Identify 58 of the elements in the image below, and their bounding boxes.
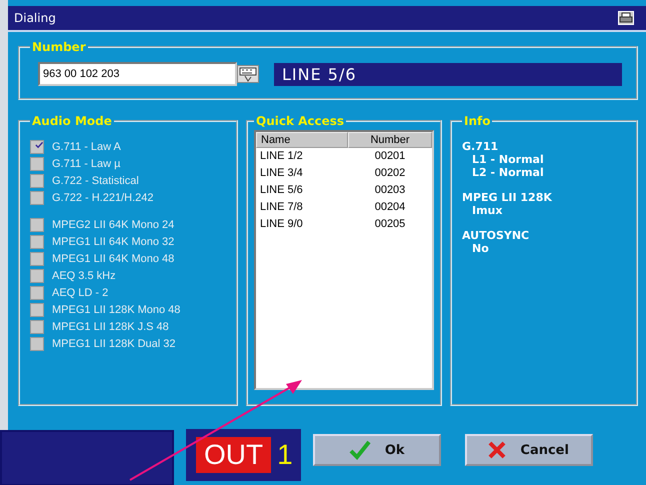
checkbox-label: MPEG1 LII 64K Mono 48 — [52, 252, 174, 264]
checkbox[interactable] — [30, 286, 44, 300]
column-header[interactable]: Number — [348, 132, 432, 148]
info-value: Imux — [471, 204, 502, 217]
group-legend: Audio Mode — [30, 114, 114, 128]
checkbox[interactable] — [30, 140, 44, 154]
list-cell[interactable]: 00203 — [348, 182, 432, 199]
list-cell[interactable]: 00202 — [348, 165, 432, 182]
info-value: No — [471, 242, 489, 255]
checkbox[interactable] — [30, 320, 44, 334]
checkbox-label: G.722 - H.221/H.242 — [52, 192, 154, 204]
list-cell[interactable]: 00205 — [348, 216, 432, 233]
list-cell[interactable]: LINE 5/6 — [256, 182, 348, 199]
checkbox[interactable] — [30, 218, 44, 232]
checkbox[interactable] — [30, 302, 44, 316]
list-cell[interactable]: LINE 1/2 — [256, 148, 348, 165]
checkbox[interactable] — [30, 252, 44, 266]
checkbox-label: MPEG1 LII 128K J.S 48 — [52, 320, 169, 332]
checkbox-label: MPEG2 LII 64K Mono 24 — [52, 218, 174, 230]
checkbox[interactable] — [30, 268, 44, 282]
checkbox-label: G.711 - Law µ — [52, 158, 120, 170]
direction-indicator: OUT — [196, 437, 272, 473]
group-legend: Number — [30, 40, 88, 54]
ok-button[interactable]: Ok — [312, 434, 441, 466]
checkbox[interactable] — [30, 174, 44, 188]
checkbox-label: MPEG1 LII 128K Mono 48 — [52, 304, 180, 316]
list-cell[interactable]: LINE 3/4 — [256, 165, 348, 182]
checkbox-label: AEQ LD - 2 — [52, 286, 108, 298]
list-cell[interactable]: 00201 — [348, 148, 432, 165]
checkbox[interactable] — [30, 190, 44, 204]
checkbox[interactable] — [30, 234, 44, 248]
channel-number: 1 — [277, 439, 293, 471]
column-header[interactable]: Name — [256, 132, 348, 148]
info-value: L2 - Normal — [471, 166, 544, 179]
cross-icon — [488, 441, 506, 459]
list-cell[interactable]: LINE 7/8 — [256, 199, 348, 216]
checkbox-label: G.722 - Statistical — [52, 174, 139, 186]
group-legend: Quick Access — [254, 114, 346, 128]
info-value: L1 - Normal — [471, 153, 544, 166]
line-display: LINE 5/6 — [274, 62, 622, 86]
info-heading: MPEG LII 128K — [462, 191, 552, 204]
info-heading: AUTOSYNC — [462, 229, 530, 242]
cancel-button[interactable]: Cancel — [464, 434, 593, 466]
printer-icon[interactable] — [618, 11, 634, 25]
checkbox[interactable] — [30, 156, 44, 170]
window-title: Dialing — [14, 11, 56, 25]
checkbox-label: G.711 - Law A — [52, 140, 121, 152]
checkbox[interactable] — [30, 336, 44, 350]
check-icon — [348, 440, 371, 460]
list-cell[interactable]: 00204 — [348, 199, 432, 216]
info-heading: G.711 — [462, 140, 498, 153]
checkbox-label: MPEG1 LII 128K Dual 32 — [52, 338, 176, 350]
checkbox-label: MPEG1 LII 64K Mono 32 — [52, 236, 174, 248]
group-legend: Info — [462, 114, 492, 128]
list-cell[interactable]: LINE 9/0 — [256, 216, 348, 233]
keypad-icon[interactable] — [237, 65, 259, 83]
checkbox-label: AEQ 3.5 kHz — [52, 270, 116, 282]
number-field[interactable]: 963 00 102 203 — [38, 62, 237, 86]
